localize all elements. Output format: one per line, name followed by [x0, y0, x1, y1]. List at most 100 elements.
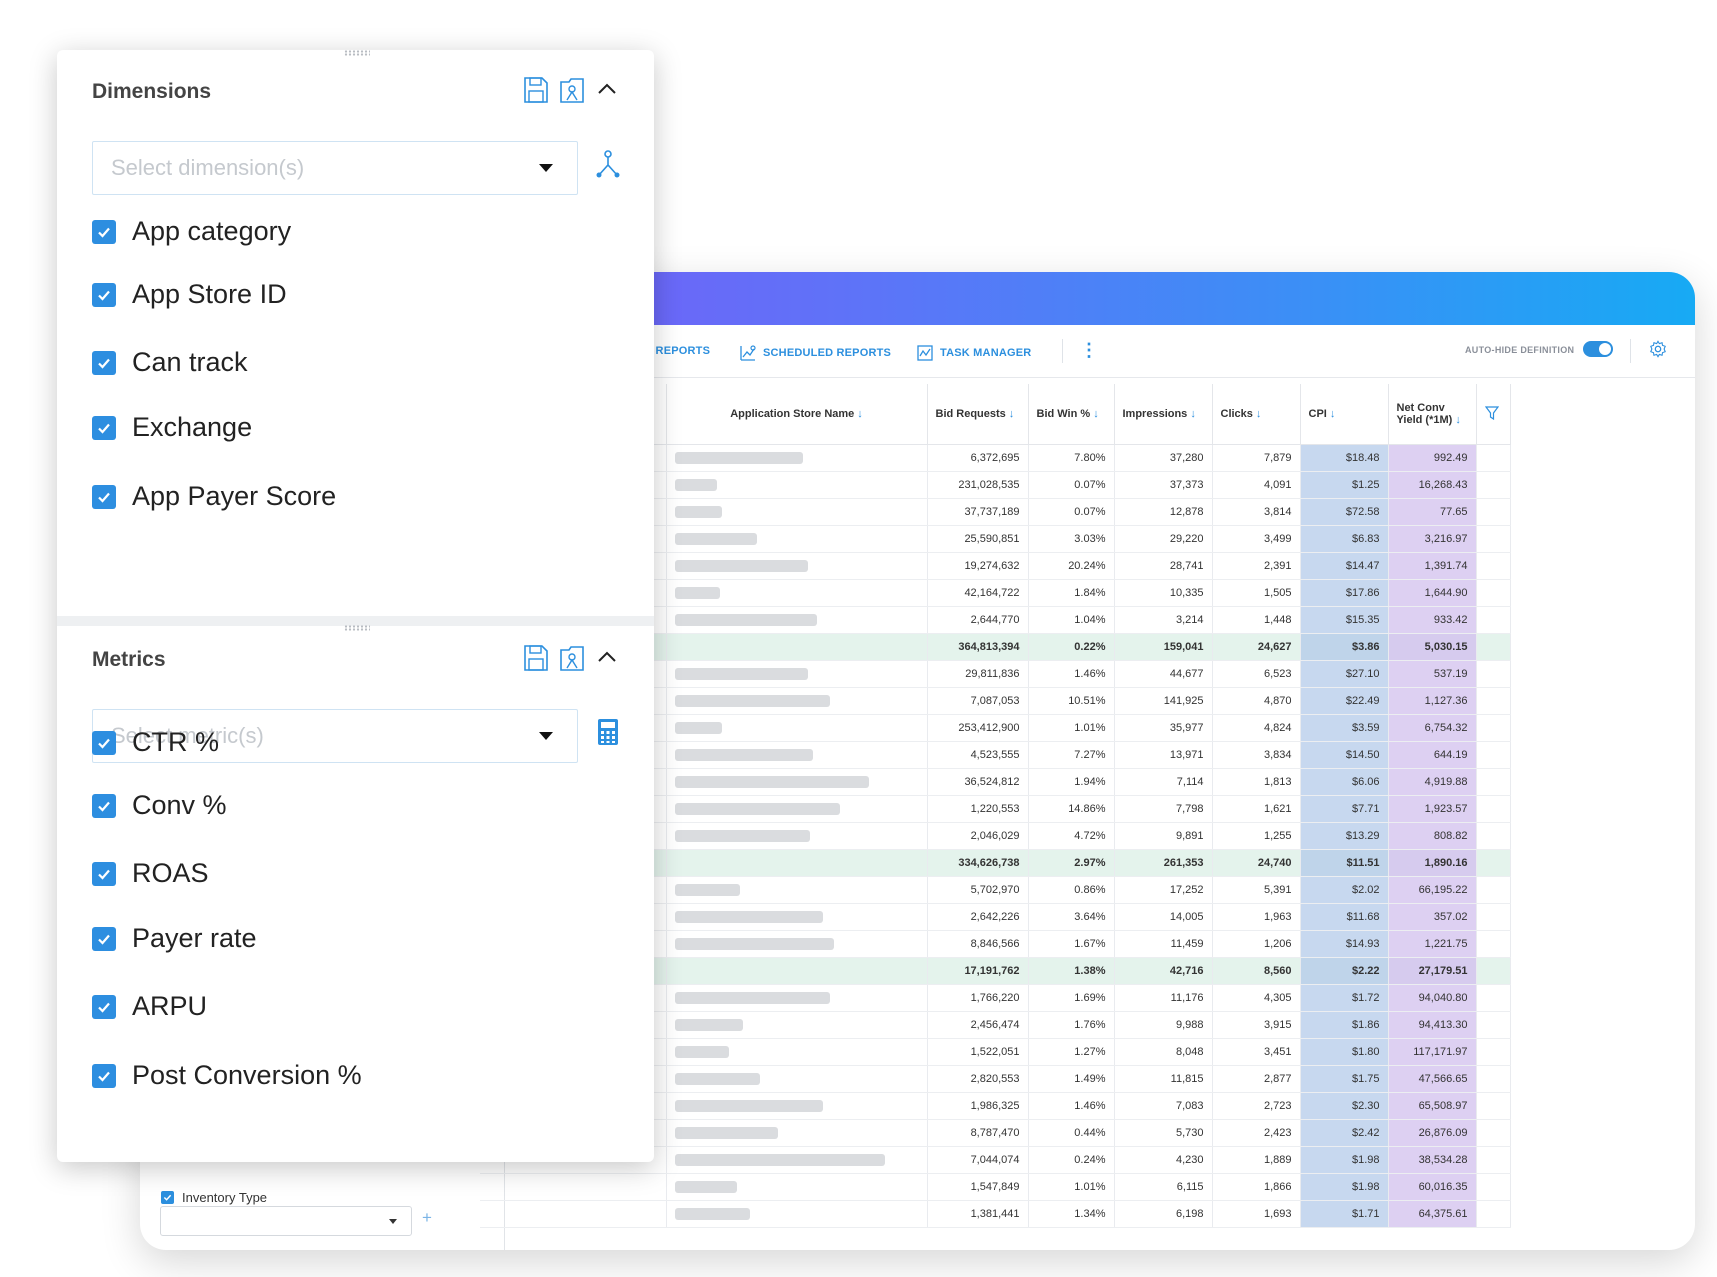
clicks-cell: 8,560: [1212, 957, 1301, 985]
column-header[interactable]: Bid Win % ↓: [1028, 384, 1115, 445]
cpi-cell: $1.98: [1300, 1173, 1389, 1201]
sort-arrow-icon[interactable]: ↓: [1093, 408, 1099, 420]
net-conv-yield-cell: 66,195.22: [1388, 876, 1477, 904]
column-header[interactable]: Net Conv Yield (*1M) ↓: [1388, 384, 1477, 445]
scheduled-reports-link[interactable]: SCHEDULED REPORTS: [740, 345, 891, 361]
cpi-cell: $22.49: [1300, 687, 1389, 715]
cpi-cell: $11.68: [1300, 903, 1389, 931]
bid-requests-cell: 7,087,053: [927, 687, 1029, 715]
net-conv-yield-cell: 6,754.32: [1388, 714, 1477, 742]
redacted-name-bar: [674, 1154, 885, 1167]
filter-column-cell: [1476, 606, 1511, 634]
clicks-cell: 24,740: [1212, 849, 1301, 877]
checkbox-checked-icon[interactable]: [92, 1063, 116, 1088]
metric-option[interactable]: Payer rate: [92, 923, 257, 954]
checkbox-checked-icon[interactable]: [92, 793, 116, 818]
bid-requests-cell: 8,846,566: [927, 930, 1029, 958]
hierarchy-icon[interactable]: [595, 149, 621, 179]
settings-gear-icon[interactable]: [1649, 340, 1667, 358]
redacted-name-bar: [674, 1073, 760, 1086]
sort-arrow-icon[interactable]: ↓: [1455, 414, 1461, 426]
bid-win-cell: 2.97%: [1028, 849, 1115, 877]
drag-handle-icon[interactable]: [344, 625, 370, 631]
checkbox-checked-icon[interactable]: [92, 994, 116, 1019]
dimension-select[interactable]: Select dimension(s): [92, 141, 578, 195]
app-store-name-cell: [666, 768, 928, 796]
filter-column-cell: [1476, 1119, 1511, 1147]
filter-funnel-icon[interactable]: [1484, 405, 1499, 420]
load-preset-icon[interactable]: [559, 644, 585, 672]
impressions-cell: 261,353: [1114, 849, 1213, 877]
dimension-option[interactable]: Exchange: [92, 412, 252, 443]
table-row[interactable]: 1,547,849 1.01% 6,115 1,866 $1.98 60,016.35: [480, 1173, 1511, 1201]
filter-column-cell: [1476, 471, 1511, 499]
sort-arrow-icon[interactable]: ↓: [1190, 408, 1196, 420]
cpi-cell: $11.51: [1300, 849, 1389, 877]
checkbox-checked-icon[interactable]: [92, 730, 116, 755]
clicks-cell: 3,915: [1212, 1011, 1301, 1039]
save-icon[interactable]: [523, 644, 549, 672]
checkbox-checked-icon[interactable]: [92, 415, 116, 440]
load-preset-icon[interactable]: [559, 76, 585, 104]
metric-option[interactable]: ROAS: [92, 858, 209, 889]
filter-column-cell: [1476, 822, 1511, 850]
checkbox-checked-icon[interactable]: [92, 282, 116, 307]
dimension-option[interactable]: App category: [92, 216, 291, 247]
dimension-option[interactable]: App Store ID: [92, 279, 287, 310]
clicks-cell: 4,091: [1212, 471, 1301, 499]
filter-column-cell: [1476, 741, 1511, 769]
column-header-label: Clicks: [1220, 408, 1253, 420]
bid-win-cell: 1.49%: [1028, 1065, 1115, 1093]
metric-option[interactable]: Conv %: [92, 790, 227, 821]
metric-option-label: Payer rate: [132, 923, 257, 953]
sort-arrow-icon[interactable]: ↓: [1330, 408, 1336, 420]
save-icon[interactable]: [523, 76, 549, 104]
net-conv-yield-cell: 357.02: [1388, 903, 1477, 931]
auto-hide-toggle[interactable]: [1583, 341, 1613, 357]
column-header[interactable]: Application Store Name ↓: [666, 384, 928, 445]
bid-requests-cell: 25,590,851: [927, 525, 1029, 553]
table-row[interactable]: 1,381,441 1.34% 6,198 1,693 $1.71 64,375.61: [480, 1200, 1511, 1228]
metric-option[interactable]: CTR %: [92, 727, 219, 758]
column-header[interactable]: CPI ↓: [1300, 384, 1389, 445]
dimension-option[interactable]: Can track: [92, 347, 248, 378]
column-header[interactable]: Bid Requests ↓: [927, 384, 1029, 445]
sort-arrow-icon[interactable]: ↓: [1256, 408, 1262, 420]
collapse-chevron-icon[interactable]: [597, 83, 617, 95]
collapse-chevron-icon[interactable]: [597, 651, 617, 663]
cpi-cell: $2.22: [1300, 957, 1389, 985]
column-header[interactable]: Clicks ↓: [1212, 384, 1301, 445]
net-conv-yield-cell: 992.49: [1388, 444, 1477, 472]
checkbox-checked-icon[interactable]: [92, 861, 116, 886]
column-header[interactable]: Impressions ↓: [1114, 384, 1213, 445]
checkbox-checked-icon[interactable]: [92, 484, 116, 509]
clicks-cell: 2,877: [1212, 1065, 1301, 1093]
sort-arrow-icon[interactable]: ↓: [857, 408, 863, 420]
add-filter-icon[interactable]: +: [422, 1208, 432, 1228]
clicks-cell: 24,627: [1212, 633, 1301, 661]
bid-requests-cell: 2,642,226: [927, 903, 1029, 931]
drag-handle-icon[interactable]: [344, 50, 370, 56]
filter-header[interactable]: [1476, 384, 1511, 445]
app-store-name-cell: [666, 444, 928, 472]
metric-option[interactable]: ARPU: [92, 991, 207, 1022]
calculator-icon[interactable]: [595, 717, 621, 747]
task-manager-link[interactable]: TASK MANAGER: [917, 345, 1031, 361]
metrics-title: Metrics: [92, 648, 166, 671]
redacted-name-bar: [674, 1046, 729, 1059]
more-menu-icon[interactable]: ⋮: [1080, 340, 1098, 361]
checkbox-checked-icon[interactable]: [92, 926, 116, 951]
metric-option[interactable]: Post Conversion %: [92, 1060, 362, 1091]
bid-requests-cell: 231,028,535: [927, 471, 1029, 499]
checkbox-checked-icon[interactable]: [92, 350, 116, 375]
redacted-name-bar: [674, 1019, 743, 1032]
impressions-cell: 35,977: [1114, 714, 1213, 742]
impressions-cell: 12,878: [1114, 498, 1213, 526]
inventory-type-select[interactable]: [160, 1206, 412, 1236]
bid-requests-cell: 7,044,074: [927, 1146, 1029, 1174]
sort-arrow-icon[interactable]: ↓: [1009, 408, 1015, 420]
inventory-type-checkbox[interactable]: Inventory Type: [161, 1190, 267, 1205]
dimension-option[interactable]: App Payer Score: [92, 481, 336, 512]
cpi-cell: $1.72: [1300, 984, 1389, 1012]
checkbox-checked-icon[interactable]: [92, 219, 116, 244]
